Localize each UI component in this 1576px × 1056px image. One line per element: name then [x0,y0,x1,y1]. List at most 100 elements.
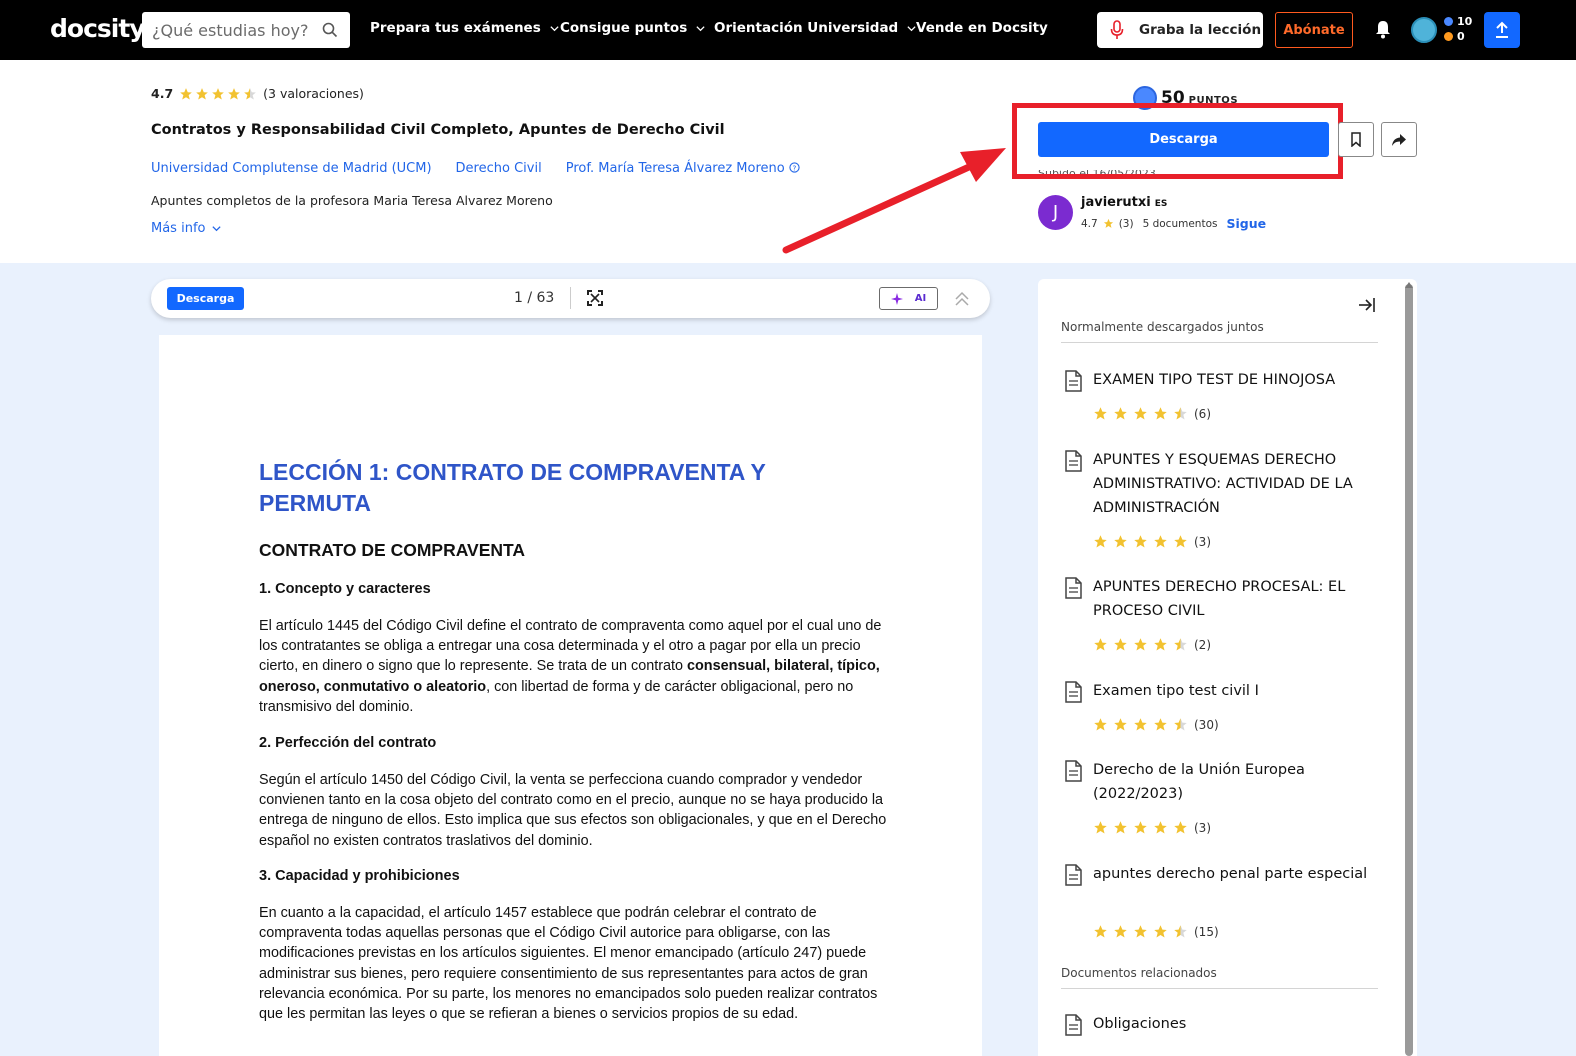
uploader-meta: 4.7 (3) 5 documentos Sigue [1081,216,1267,231]
bell-icon[interactable] [1374,19,1392,39]
subsection-heading-2: 2. Perfección del contrato [259,735,437,751]
document-rating: 4.7 (3 valoraciones) [151,86,364,101]
recommended-document-rating: (15) [1093,924,1219,939]
rating-stars [1093,406,1188,421]
star-icon [1114,407,1127,420]
star-icon [1174,925,1187,938]
annotation-arrow [782,148,1006,254]
section-downloaded-together: Normalmente descargados juntos [1061,320,1264,334]
nav-prepara-examenes[interactable]: Prepara tus exámenes [370,20,560,36]
document-page: LECCIÓN 1: CONTRATO DE COMPRAVENTA Y PER… [159,335,982,1056]
nav-orientacion-universidad[interactable]: Orientación Universidad [714,20,917,36]
viewer-download-button[interactable]: Descarga [167,287,244,310]
star-icon [1154,638,1167,651]
chevron-down-icon [212,226,222,232]
recommended-document-title: Examen tipo test civil I [1093,683,1259,699]
share-button[interactable] [1381,122,1417,157]
star-icon [1114,535,1127,548]
chevron-down-icon [696,25,705,31]
section-divider [1061,342,1378,343]
university-link[interactable]: Universidad Complutense de Madrid (UCM) [151,161,432,176]
recommended-document-rating: (3) [1093,820,1211,835]
star-icon [228,87,240,100]
rating-stars [1093,637,1188,652]
search-input[interactable] [152,20,322,40]
star-icon [1174,407,1187,420]
star-icon [1154,821,1167,834]
paragraph-1: El artículo 1445 del Código Civil define… [259,618,882,715]
professor-link[interactable]: Prof. María Teresa Álvarez Moreno ? [566,161,800,176]
recommended-document-rating: (6) [1093,406,1211,421]
uploader-avatar[interactable]: J [1038,195,1073,230]
search-icon[interactable] [322,22,338,38]
star-icon [180,87,192,100]
recommended-document-rating: (2) [1093,637,1211,652]
recommended-document-title: EXAMEN TIPO TEST DE HINOJOSA [1093,372,1336,388]
user-avatar[interactable] [1411,17,1437,43]
chevron-up-icon[interactable] [954,291,970,307]
recommended-document-title: Derecho de la Unión Europea (2022/2023) [1093,762,1305,802]
star-icon [1154,925,1167,938]
star-icon [1134,535,1147,548]
follow-button[interactable]: Sigue [1226,216,1266,231]
section-related-documents: Documentos relacionados [1061,966,1217,980]
document-meta-links: Universidad Complutense de Madrid (UCM) … [151,161,800,176]
subsection-heading-3: 3. Capacidad y prohibiciones [259,868,460,884]
recommendations-sidebar [1038,279,1417,1056]
star-icon [1134,638,1147,651]
related-document-title: Obligaciones [1093,1016,1187,1032]
recommended-document-title: APUNTES DERECHO PROCESAL: EL PROCESO CIV… [1093,579,1346,619]
section-divider [1061,988,1378,989]
star-icon [1114,718,1127,731]
share-icon [1392,133,1406,146]
scroll-up-arrow-icon[interactable] [1405,281,1413,289]
star-icon [1103,218,1113,228]
more-info-toggle[interactable]: Más info [151,221,222,236]
document-icon [1065,760,1082,782]
bookmark-icon [1351,132,1361,147]
star-icon [1154,407,1167,420]
paragraph-2: Según el artículo 1450 del Código Civil,… [259,772,887,849]
star-icon [1094,925,1107,938]
page-indicator: 1 / 63 [514,290,555,306]
nav-vende-docsity[interactable]: Vende en Docsity [916,20,1048,36]
star-icon [1174,821,1187,834]
bookmark-button[interactable] [1338,122,1374,157]
subscribe-button[interactable]: Abónate [1275,12,1353,48]
star-icon [1094,407,1107,420]
rating-stars [1093,924,1188,939]
subject-link[interactable]: Derecho Civil [456,161,542,176]
star-icon [1174,535,1187,548]
rating-stars [1093,820,1188,835]
star-icon [212,87,224,100]
nav-consigue-puntos[interactable]: Consigue puntos [560,20,706,36]
docsity-logo[interactable]: docsity [50,14,146,43]
microphone-icon [1110,20,1124,39]
ai-button[interactable]: AI [879,287,938,310]
star-icon [1134,718,1147,731]
star-icon [1154,535,1167,548]
star-icon [196,87,208,100]
upload-icon [1496,21,1508,38]
uploader-name[interactable]: javierutxi ES [1081,195,1167,210]
rating-stars [179,87,257,101]
star-icon [1094,821,1107,834]
document-icon [1065,864,1082,886]
highlight-box [1012,103,1343,179]
chevron-down-icon [550,25,559,31]
subsection-heading-1: 1. Concepto y caracteres [259,581,431,597]
rating-stars [1093,534,1188,549]
star-icon [1154,718,1167,731]
document-icon [1065,681,1082,703]
collapse-sidebar-icon[interactable] [1358,296,1376,314]
star-icon [1114,638,1127,651]
record-lesson-button[interactable]: Graba la lección [1097,12,1263,48]
upload-button[interactable] [1484,12,1520,48]
fullscreen-icon[interactable] [587,290,603,306]
star-icon [1134,925,1147,938]
sidebar-scrollbar[interactable] [1405,284,1413,1056]
recommended-document-title: APUNTES Y ESQUEMAS DERECHO ADMINISTRATIV… [1093,452,1353,516]
document-icon [1065,1014,1082,1036]
star-icon [244,87,256,100]
search-box[interactable] [142,12,350,48]
